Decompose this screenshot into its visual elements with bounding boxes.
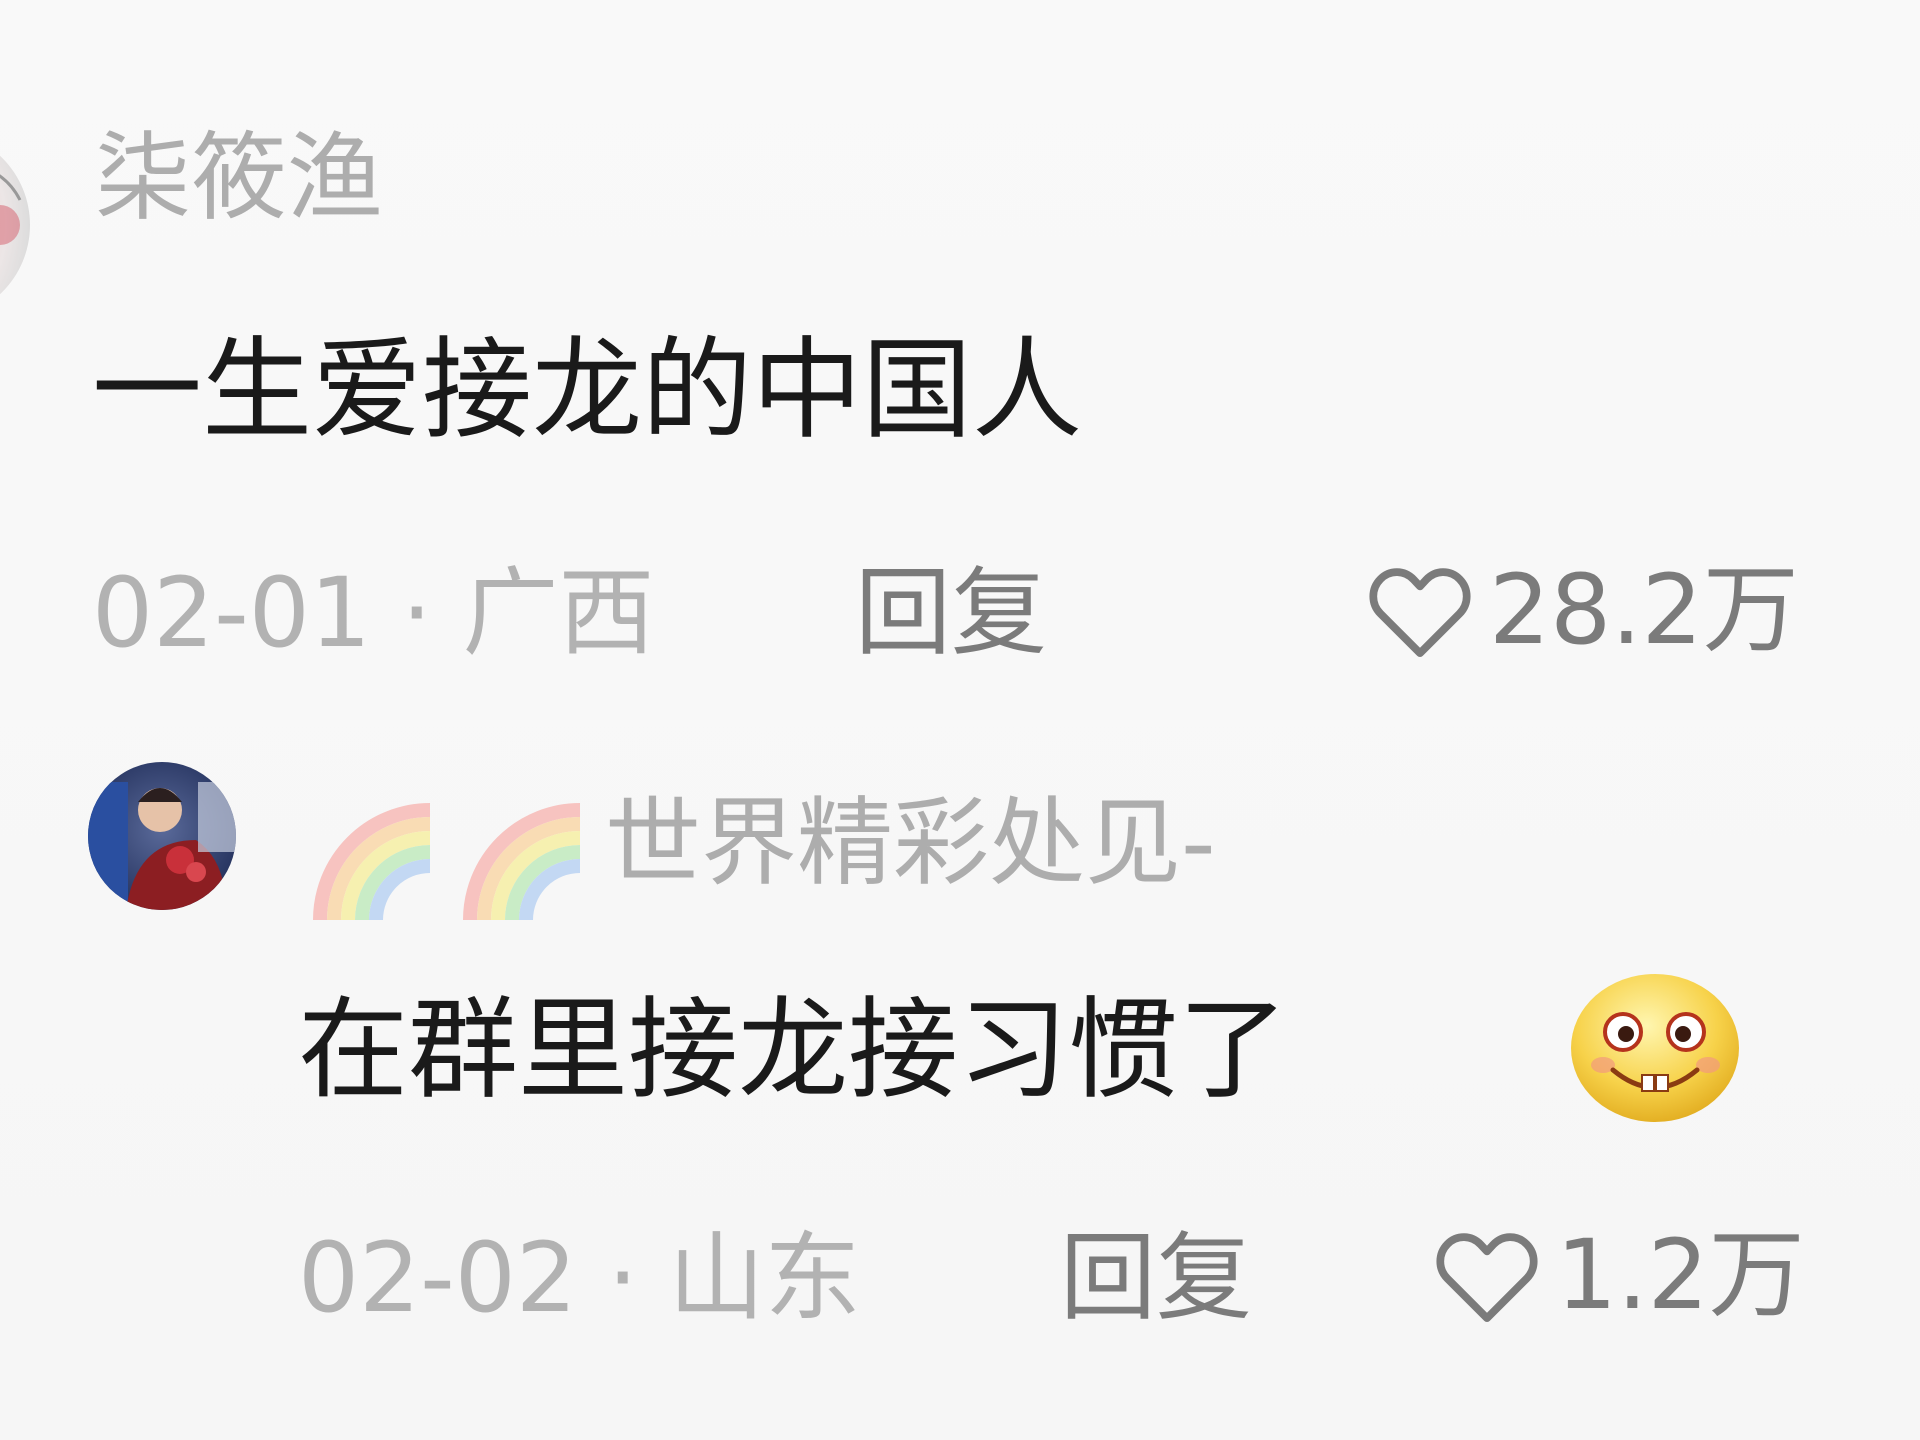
comment-date: 02-02 [298, 1222, 577, 1334]
reply-button[interactable]: 回复 [855, 565, 1047, 661]
comment-meta: 02-01 · 广西 [92, 565, 655, 661]
heart-outline-icon [1369, 568, 1471, 658]
comment-location: 山东 [668, 1222, 861, 1334]
comment-list: 柒筱渔 一生爱接龙的中国人 02-01 · 广西 回复 28.2万 世界精彩处见… [0, 0, 1920, 1440]
avatar[interactable] [88, 762, 236, 910]
comment-location: 广西 [462, 557, 655, 669]
comment-item: 世界精彩处见- 在群里接龙接习惯了 02-02 · 山东 回复 1.2万 [0, 720, 1920, 1440]
like-button[interactable]: 28.2万 [1365, 560, 1799, 660]
meta-separator: · [607, 1222, 638, 1334]
username[interactable]: 柒筱渔 [95, 130, 383, 226]
reply-button[interactable]: 回复 [1060, 1230, 1252, 1326]
heart-outline-icon [1436, 1233, 1538, 1323]
avatar[interactable] [0, 130, 30, 320]
comment-date: 02-01 [92, 557, 371, 669]
rainbow-emoji [463, 803, 581, 920]
comment-meta: 02-02 · 山东 [298, 1230, 861, 1326]
username[interactable]: 世界精彩处见- [605, 795, 1216, 891]
rainbow-emoji [313, 803, 431, 920]
meta-separator: · [401, 557, 432, 669]
grinning-face-emoji [1571, 974, 1739, 1122]
comment-item: 柒筱渔 一生爱接龙的中国人 02-01 · 广西 回复 28.2万 [0, 0, 1920, 720]
like-button[interactable]: 1.2万 [1432, 1225, 1805, 1325]
like-count: 28.2万 [1489, 554, 1799, 666]
comment-text: 在群里接龙接习惯了 [298, 986, 1288, 1114]
like-count: 1.2万 [1556, 1219, 1805, 1331]
comment-text: 一生爱接龙的中国人 [92, 326, 1082, 454]
